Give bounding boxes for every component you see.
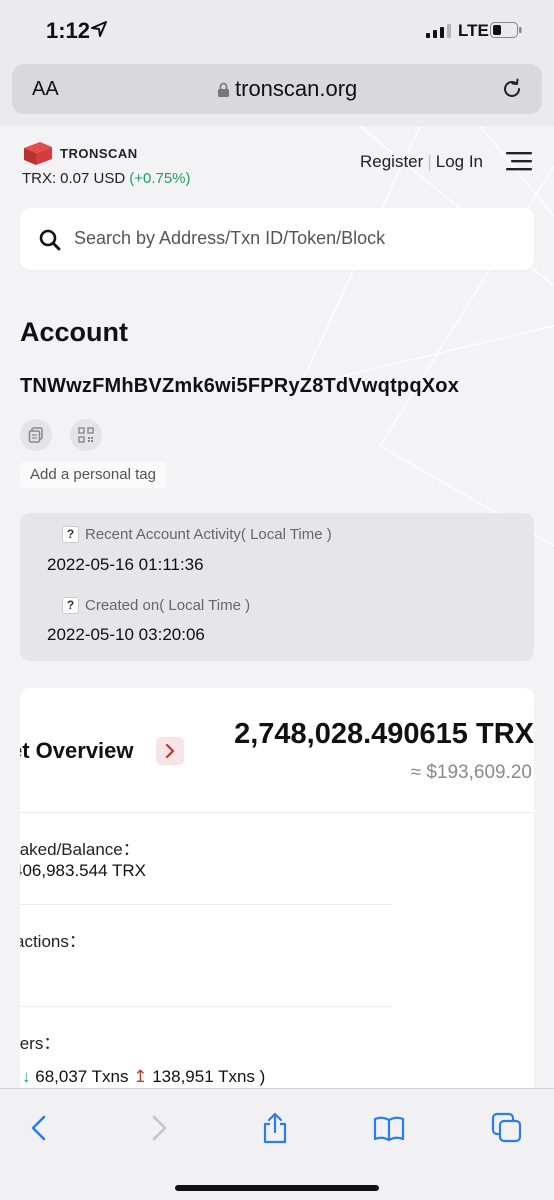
transfers-label: fers： (20, 1034, 61, 1053)
recent-activity-label: ? Recent Account Activity( Local Time ) (62, 525, 332, 543)
auth-links: Register | Log In (360, 152, 483, 172)
price-change: (+0.75%) (129, 170, 191, 187)
domain-text: tronscan.org (235, 76, 358, 101)
bookmarks-icon[interactable] (372, 1111, 406, 1145)
total-balance: 2,748,028.490615 TRX (234, 718, 534, 750)
copy-icon (28, 427, 43, 443)
login-link[interactable]: Log In (436, 152, 483, 171)
browser-toolbar (0, 1088, 554, 1200)
location-arrow-icon (91, 21, 107, 37)
add-personal-tag-link[interactable]: Add a personal tag (20, 462, 166, 488)
page-title: Account (20, 317, 128, 347)
staked-balance-label: taked/Balance： (20, 840, 140, 859)
recent-activity-label-text: Recent Account Activity( Local Time ) (85, 525, 332, 543)
share-icon[interactable] (258, 1111, 292, 1145)
arrow-down-icon: ↓ (22, 1067, 31, 1086)
logo-text: TRONSCAN (60, 146, 138, 161)
search-icon (39, 229, 61, 251)
created-on-value: 2022-05-10 03:20:06 (47, 625, 205, 644)
page-content: TRONSCAN TRX: 0.07 USD (+0.75%) Register | L… (0, 126, 554, 1088)
back-icon[interactable] (24, 1111, 58, 1145)
signal-bars-icon (426, 24, 451, 38)
qr-code-icon (78, 427, 94, 443)
browser-chrome: AA tronscan.org (0, 62, 554, 126)
status-time: 1:12 (46, 18, 91, 43)
overview-expand-button[interactable] (156, 737, 184, 765)
tabs-icon[interactable] (490, 1111, 524, 1145)
account-address: TNWwzFMhBVZmk6wi5FPRyZ8TdVwqtpqXox (20, 375, 460, 397)
activity-card: ? Recent Account Activity( Local Time ) 2… (20, 513, 534, 661)
help-icon[interactable]: ? (62, 596, 79, 614)
staked-balance-value: 406,983.544 TRX (20, 861, 146, 880)
hamburger-menu-icon[interactable] (506, 152, 532, 172)
divider (20, 904, 392, 905)
copy-address-button[interactable] (20, 419, 52, 451)
search-input[interactable]: Search by Address/Txn ID/Token/Block (20, 208, 534, 270)
status-bar: 1:12 LTE (0, 0, 554, 62)
help-icon[interactable]: ? (62, 525, 79, 543)
reload-icon[interactable] (500, 77, 524, 101)
auth-divider: | (427, 152, 432, 171)
trx-price-row: TRX: 0.07 USD (+0.75%) (22, 170, 191, 187)
price-value: 0.07 USD (60, 170, 126, 187)
register-link[interactable]: Register (360, 152, 423, 171)
divider (20, 1006, 392, 1007)
tronscan-logo-icon (24, 142, 52, 165)
home-indicator (175, 1185, 379, 1191)
balance-usd: ≈ $193,609.20 (410, 762, 532, 783)
lock-icon (218, 82, 229, 97)
created-on-label: ? Created on( Local Time ) (62, 596, 250, 614)
search-placeholder: Search by Address/Txn ID/Token/Block (74, 228, 386, 248)
address-bar[interactable]: AA tronscan.org (12, 64, 542, 114)
battery-icon (490, 22, 522, 38)
transfers-out-count[interactable]: 138,951 Txns ) (152, 1067, 265, 1086)
chevron-right-icon (165, 744, 175, 758)
transfers-value: ↓ 68,037 Txns ↥ 138,951 Txns ) (22, 1067, 265, 1087)
transfers-in-count[interactable]: 68,037 Txns (35, 1067, 128, 1086)
network-label: LTE (458, 21, 489, 40)
transactions-label: actions： (20, 932, 86, 951)
qr-code-button[interactable] (70, 419, 102, 451)
divider (20, 812, 534, 813)
recent-activity-value: 2022-05-16 01:11:36 (47, 555, 204, 574)
overview-title: et Overview (20, 738, 134, 763)
price-label: TRX: (22, 170, 57, 187)
asset-overview-card: et Overview 2,748,028.490615 TRX ≈ $193,… (20, 688, 534, 1088)
text-size-button[interactable]: AA (32, 78, 59, 101)
created-on-label-text: Created on( Local Time ) (85, 596, 251, 614)
arrow-up-icon: ↥ (133, 1067, 148, 1086)
forward-icon[interactable] (140, 1111, 174, 1145)
